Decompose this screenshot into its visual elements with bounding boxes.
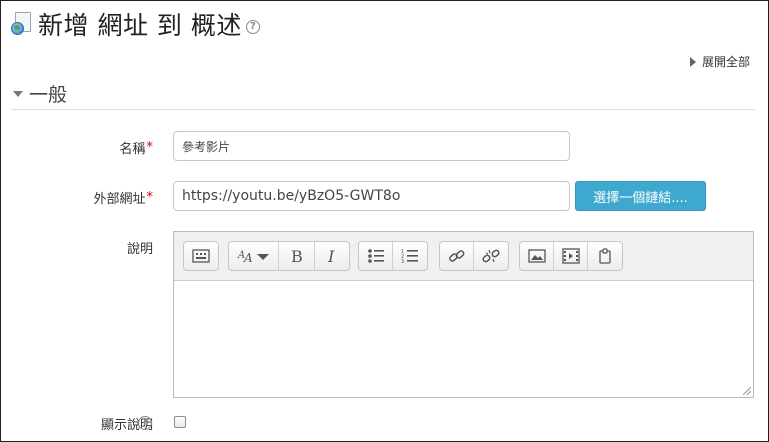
external-url-input-value: https://youtu.be/yBzO5-GWT8o	[182, 188, 401, 204]
help-icon[interactable]: ?	[138, 416, 152, 430]
required-mark: *	[146, 189, 154, 205]
svg-text:3: 3	[401, 259, 404, 264]
name-label: 名稱 *	[61, 135, 153, 159]
external-url-label-text: 外部網址	[93, 191, 146, 207]
expand-all-label: 展開全部	[701, 55, 750, 69]
description-label-text: 說明	[126, 241, 153, 257]
media-icon[interactable]	[554, 242, 588, 270]
section-divider	[11, 109, 755, 110]
caret-down-icon	[13, 90, 23, 97]
name-input-value: 參考影片	[182, 139, 231, 154]
toolbar-group-lists: 123	[358, 241, 428, 271]
name-label-text: 名稱	[119, 141, 146, 157]
svg-text:B: B	[291, 248, 303, 264]
expand-all-link[interactable]: 展開全部	[689, 53, 750, 70]
unlink-icon[interactable]	[474, 242, 508, 270]
font-style-icon[interactable]: AA	[229, 242, 279, 270]
toolbar-group-format: AA B I	[228, 241, 350, 271]
ordered-list-icon[interactable]: 123	[393, 242, 427, 270]
description-editor: AA B I 123	[173, 231, 754, 398]
page-title: 新增 網址 到 概述 ?	[11, 9, 260, 40]
url-resource-icon	[11, 12, 33, 36]
toolbar-group-links	[439, 241, 509, 271]
description-label: 說明	[61, 235, 153, 259]
bold-icon[interactable]: B	[279, 242, 315, 270]
help-icon[interactable]: ?	[245, 20, 260, 34]
section-general-label: 一般	[29, 84, 68, 106]
description-textarea[interactable]	[174, 281, 753, 397]
resize-grip-icon[interactable]	[743, 387, 751, 395]
editor-toolbar: AA B I 123	[174, 232, 753, 281]
show-description-checkbox[interactable]	[174, 416, 186, 428]
image-icon[interactable]	[520, 242, 554, 270]
unordered-list-icon[interactable]	[359, 242, 393, 270]
toolbar-group-toggle	[183, 241, 219, 271]
choose-link-button[interactable]: 選擇一個鏈結....	[575, 181, 706, 211]
external-url-label: 外部網址 *	[61, 185, 153, 209]
page-frame: 新增 網址 到 概述 ? 展開全部 一般 名稱 * 參考影片 外部網址 * http…	[0, 0, 769, 442]
italic-icon[interactable]: I	[315, 242, 349, 270]
caret-right-icon	[689, 56, 696, 67]
required-mark: *	[146, 139, 154, 155]
manage-files-icon[interactable]	[588, 242, 622, 270]
link-icon[interactable]	[440, 242, 474, 270]
toolbar-toggle-icon[interactable]	[184, 242, 218, 270]
external-url-input[interactable]: https://youtu.be/yBzO5-GWT8o	[173, 181, 570, 211]
page-title-text: 新增 網址 到 概述	[38, 11, 242, 40]
toolbar-group-media	[519, 241, 623, 271]
svg-text:I: I	[327, 248, 335, 264]
section-general-toggle[interactable]: 一般	[13, 80, 67, 107]
svg-text:A: A	[243, 251, 253, 264]
name-input[interactable]: 參考影片	[173, 131, 570, 161]
